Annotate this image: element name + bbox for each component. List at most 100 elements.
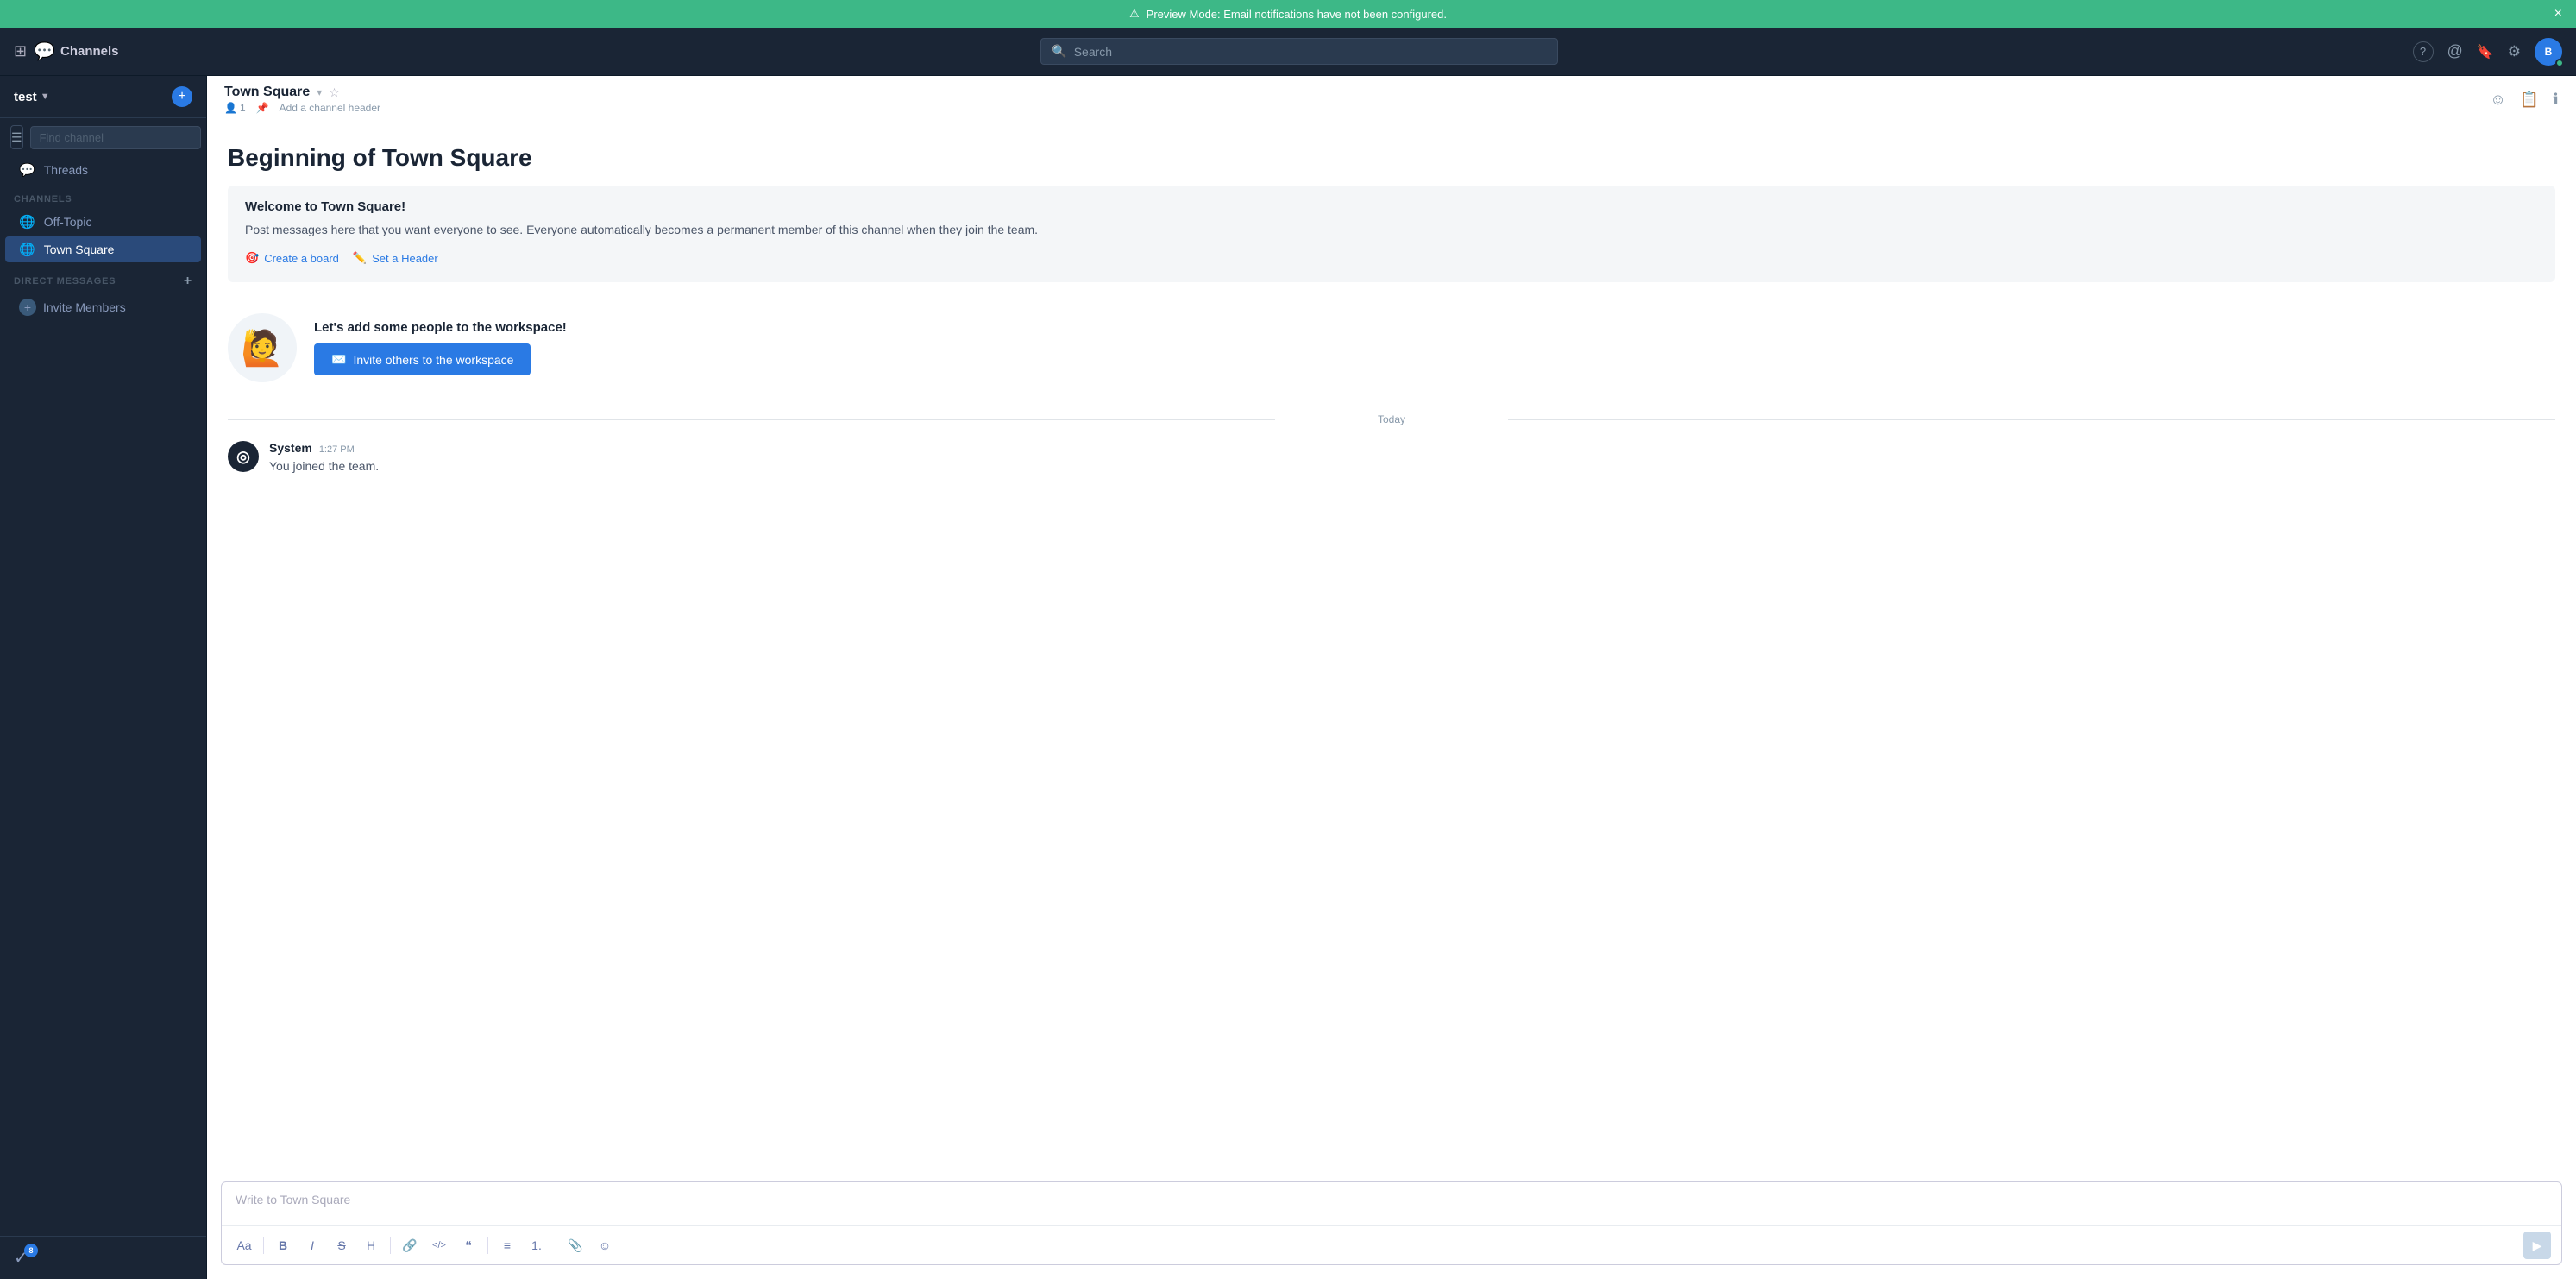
workspace-name[interactable]: test ▼ (14, 90, 50, 104)
set-header-label: Set a Header (372, 252, 438, 265)
add-dm-button[interactable]: + (184, 274, 192, 289)
channels-section-label: CHANNELS (14, 194, 72, 205)
message-composer: Aa B I S H 🔗 </> ❝ ≡ 1. 📎 ☺ ▶ (221, 1181, 2562, 1265)
off-topic-label: Off-Topic (44, 215, 92, 229)
channel-members-icon[interactable]: ☺ (2490, 91, 2505, 109)
topbar: ⊞ 💬 Channels 🔍 Search ? @ 🔖 ⚙ B (0, 28, 2576, 76)
banner-text: Preview Mode: Email notifications have n… (1147, 8, 1447, 21)
bold-button[interactable]: B (271, 1233, 295, 1257)
toolbar-divider-1 (263, 1237, 264, 1254)
notification-count-badge: 8 (24, 1244, 38, 1257)
workspace-label: test (14, 90, 37, 104)
chat-date-divider: Today (228, 413, 2555, 425)
threads-label: Threads (44, 163, 88, 177)
app-logo: 💬 Channels (34, 41, 118, 62)
strikethrough-button[interactable]: S (330, 1233, 354, 1257)
system-avatar-icon: ◎ (236, 448, 250, 466)
quote-button[interactable]: ❝ (456, 1233, 481, 1257)
channel-title-row: Town Square ▾ ☆ (224, 85, 2490, 100)
search-placeholder: Search (1074, 45, 1112, 59)
set-header-icon: ✏️ (353, 251, 367, 265)
channel-sub-row: 👤 1 📌 Add a channel header (224, 102, 2490, 114)
chat-message: ◎ System 1:27 PM You joined the team. (228, 436, 2555, 481)
composer-input[interactable] (222, 1182, 2561, 1225)
code-button[interactable]: </> (427, 1233, 451, 1257)
welcome-title: Welcome to Town Square! (245, 199, 2538, 214)
off-topic-globe-icon: 🌐 (19, 214, 35, 230)
italic-button[interactable]: I (300, 1233, 324, 1257)
find-channel-input[interactable] (30, 126, 201, 149)
invite-workspace-button[interactable]: ✉️ Invite others to the workspace (314, 343, 531, 375)
town-square-label: Town Square (44, 243, 115, 256)
sidebar-search-area: ☰ (0, 118, 206, 156)
direct-messages-label: DIRECT MESSAGES (14, 276, 116, 287)
send-button[interactable]: ▶ (2523, 1232, 2551, 1259)
direct-messages-section-header: DIRECT MESSAGES + (0, 263, 206, 293)
message-header: System 1:27 PM (269, 441, 379, 455)
channel-dropdown-icon[interactable]: ▾ (317, 86, 322, 98)
create-board-label: Create a board (264, 252, 339, 265)
main-layout: test ▼ + ☰ 💬 Threads CHANNELS 🌐 Off-Topi… (0, 76, 2576, 1279)
emoji-button[interactable]: ☺ (593, 1233, 617, 1257)
invite-plus-icon: + (19, 299, 36, 316)
online-status-badge (2555, 59, 2564, 67)
message-text: You joined the team. (269, 457, 379, 476)
help-button[interactable]: ? (2413, 41, 2434, 62)
sidebar-footer: ✓ 8 (0, 1236, 206, 1279)
avatar-initials: B (2545, 46, 2553, 58)
heading-button[interactable]: H (359, 1233, 383, 1257)
member-count[interactable]: 👤 1 (224, 102, 246, 114)
bookmark-button[interactable]: 🔖 (2477, 43, 2494, 60)
sidebar-item-off-topic[interactable]: 🌐 Off-Topic (5, 209, 201, 235)
channel-area: Town Square ▾ ☆ 👤 1 📌 Add a channel head… (207, 76, 2576, 1279)
add-channel-button[interactable]: + (172, 86, 192, 107)
toolbar-divider-2 (390, 1237, 391, 1254)
settings-button[interactable]: ⚙ (2508, 43, 2521, 60)
channel-pinned-icon[interactable]: 📋 (2520, 91, 2539, 109)
preview-banner: ⚠ Preview Mode: Email notifications have… (0, 0, 2576, 28)
message-timestamp: 1:27 PM (319, 444, 355, 455)
channels-section-header: CHANNELS (0, 184, 206, 208)
sidebar: test ▼ + ☰ 💬 Threads CHANNELS 🌐 Off-Topi… (0, 76, 207, 1279)
user-avatar[interactable]: B (2535, 38, 2562, 66)
grid-icon[interactable]: ⊞ (14, 42, 27, 60)
threads-icon: 💬 (19, 162, 35, 178)
bullet-list-button[interactable]: ≡ (495, 1233, 519, 1257)
filter-button[interactable]: ☰ (10, 125, 23, 149)
link-button[interactable]: 🔗 (398, 1233, 422, 1257)
banner-close-button[interactable]: × (2554, 7, 2562, 21)
search-box[interactable]: 🔍 Search (1040, 38, 1558, 65)
welcome-actions: 🎯 Create a board ✏️ Set a Header (245, 251, 2538, 265)
town-square-globe-icon: 🌐 (19, 242, 35, 257)
channel-header-actions: ☺ 📋 ℹ (2490, 91, 2559, 109)
sidebar-item-town-square[interactable]: 🌐 Town Square (5, 236, 201, 262)
numbered-list-button[interactable]: 1. (525, 1233, 549, 1257)
workspace-chevron-icon: ▼ (41, 91, 50, 102)
create-board-icon: 🎯 (245, 251, 259, 265)
notification-badge-item[interactable]: ✓ 8 (14, 1247, 192, 1269)
sidebar-item-threads[interactable]: 💬 Threads (5, 157, 201, 183)
add-channel-header[interactable]: Add a channel header (280, 102, 380, 114)
invite-content: Let's add some people to the workspace! … (314, 320, 567, 375)
invite-button-label: Invite others to the workspace (353, 353, 513, 367)
chat-beginning-title: Beginning of Town Square (228, 144, 2555, 172)
chat-content: Beginning of Town Square Welcome to Town… (207, 123, 2576, 1171)
create-board-link[interactable]: 🎯 Create a board (245, 251, 339, 265)
channel-star-icon[interactable]: ☆ (329, 85, 340, 100)
attachment-button[interactable]: 📎 (563, 1233, 587, 1257)
mascot-illustration: 🙋 (228, 313, 297, 382)
mention-button[interactable]: @ (2447, 42, 2463, 60)
search-area: 🔍 Search (197, 38, 2403, 65)
workspace-header: test ▼ + (0, 76, 206, 118)
set-header-link[interactable]: ✏️ Set a Header (353, 251, 438, 265)
text-format-button[interactable]: Aa (232, 1233, 256, 1257)
channel-title: Town Square (224, 85, 310, 100)
channel-info-icon[interactable]: ℹ (2553, 91, 2559, 109)
channel-header: Town Square ▾ ☆ 👤 1 📌 Add a channel head… (207, 76, 2576, 123)
divider-label: Today (1378, 413, 1405, 425)
invite-members-item[interactable]: + Invite Members (5, 293, 201, 321)
channel-header-pin-icon[interactable]: 📌 (256, 102, 269, 114)
toolbar-divider-3 (487, 1237, 488, 1254)
invite-title: Let's add some people to the workspace! (314, 320, 567, 335)
welcome-box: Welcome to Town Square! Post messages he… (228, 186, 2555, 282)
